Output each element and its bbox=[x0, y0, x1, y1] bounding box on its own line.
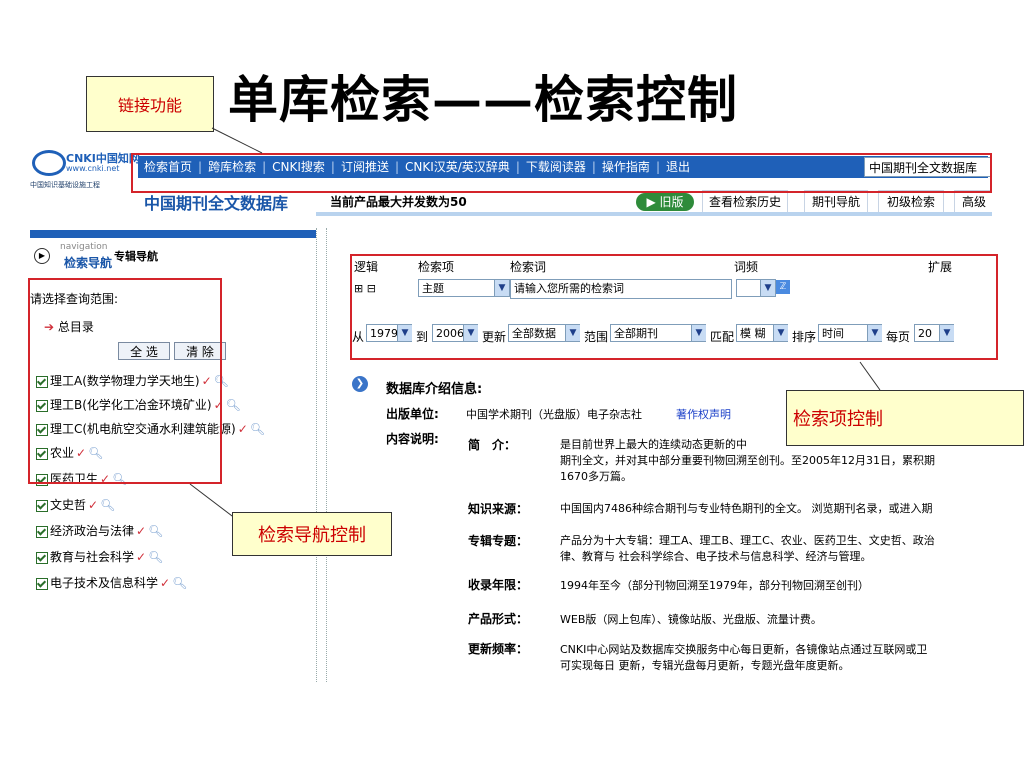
connector-link bbox=[211, 127, 263, 154]
callout-nav-control: 检索导航控制 bbox=[232, 512, 392, 556]
callout-search-items: 检索项控制 bbox=[786, 390, 1024, 446]
connector-search bbox=[859, 361, 881, 391]
callout-connectors bbox=[189, 127, 881, 523]
